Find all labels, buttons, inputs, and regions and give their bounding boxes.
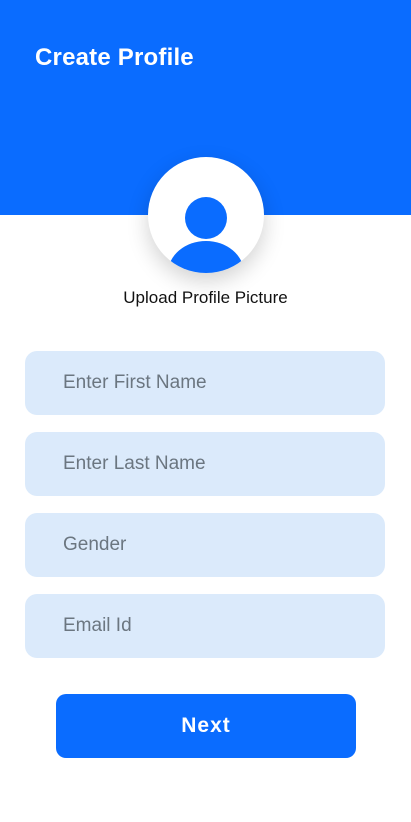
last-name-input[interactable] <box>25 432 385 496</box>
next-button[interactable]: Next <box>56 694 356 758</box>
create-profile-screen: Create Profile Upload Profile Picture Ne… <box>0 0 411 822</box>
upload-profile-picture-label[interactable]: Upload Profile Picture <box>0 288 411 308</box>
email-input[interactable] <box>25 594 385 658</box>
user-silhouette-icon <box>168 197 244 273</box>
first-name-input[interactable] <box>25 351 385 415</box>
page-title: Create Profile <box>35 44 194 71</box>
gender-input[interactable] <box>25 513 385 577</box>
profile-picture-upload[interactable] <box>148 157 264 273</box>
